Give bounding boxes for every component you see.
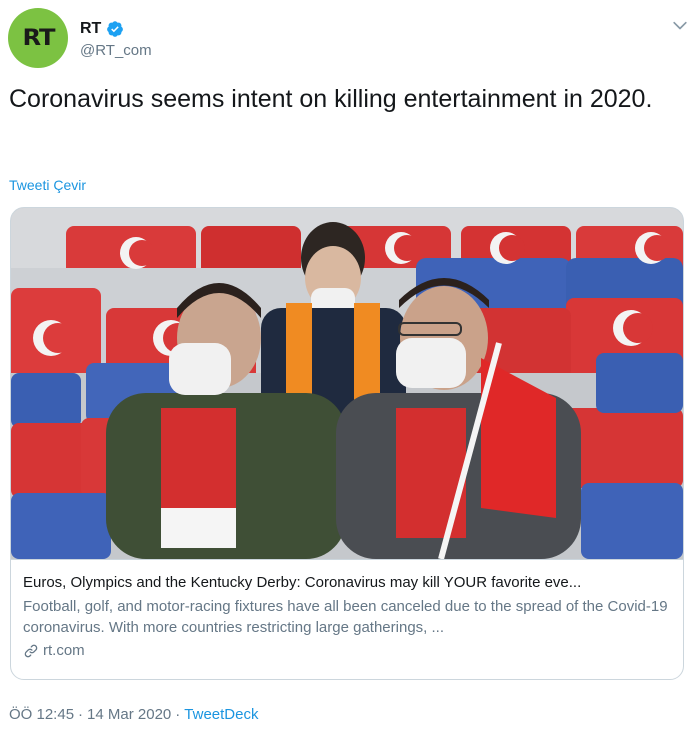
- translate-tweet-link[interactable]: Tweeti Çevir: [9, 177, 86, 193]
- card-domain-row[interactable]: rt.com: [23, 642, 670, 659]
- link-card[interactable]: Euros, Olympics and the Kentucky Derby: …: [10, 207, 684, 680]
- author-name[interactable]: RT: [80, 20, 101, 38]
- tweet-meta: ÖÖ 12:45 · 14 Mar 2020 · TweetDeck: [9, 706, 258, 723]
- link-icon: [24, 644, 38, 657]
- meta-separator: ·: [175, 706, 181, 723]
- photo-of-masked-football-fans-image: [11, 208, 683, 559]
- tweet-date[interactable]: 14 Mar 2020: [87, 706, 171, 723]
- tweet-time[interactable]: ÖÖ 12:45: [9, 706, 74, 723]
- tweet-header: RT RT @RT_com: [8, 8, 692, 68]
- verified-badge-icon: [107, 21, 124, 37]
- avatar-logo-text: RT: [22, 25, 55, 51]
- card-body[interactable]: Euros, Olympics and the Kentucky Derby: …: [11, 559, 683, 679]
- tweet-text: Coronavirus seems intent on killing ente…: [9, 85, 653, 113]
- card-title[interactable]: Euros, Olympics and the Kentucky Derby: …: [23, 573, 670, 593]
- author-handle[interactable]: @RT_com: [80, 42, 152, 59]
- chevron-down-icon[interactable]: [670, 16, 690, 36]
- avatar[interactable]: RT: [8, 8, 68, 68]
- card-domain[interactable]: rt.com: [43, 642, 85, 659]
- card-description: Football, golf, and motor-racing fixture…: [23, 598, 668, 636]
- tweet-source-link[interactable]: TweetDeck: [184, 706, 258, 723]
- meta-separator: ·: [78, 706, 84, 723]
- author-name-row[interactable]: RT: [80, 20, 124, 38]
